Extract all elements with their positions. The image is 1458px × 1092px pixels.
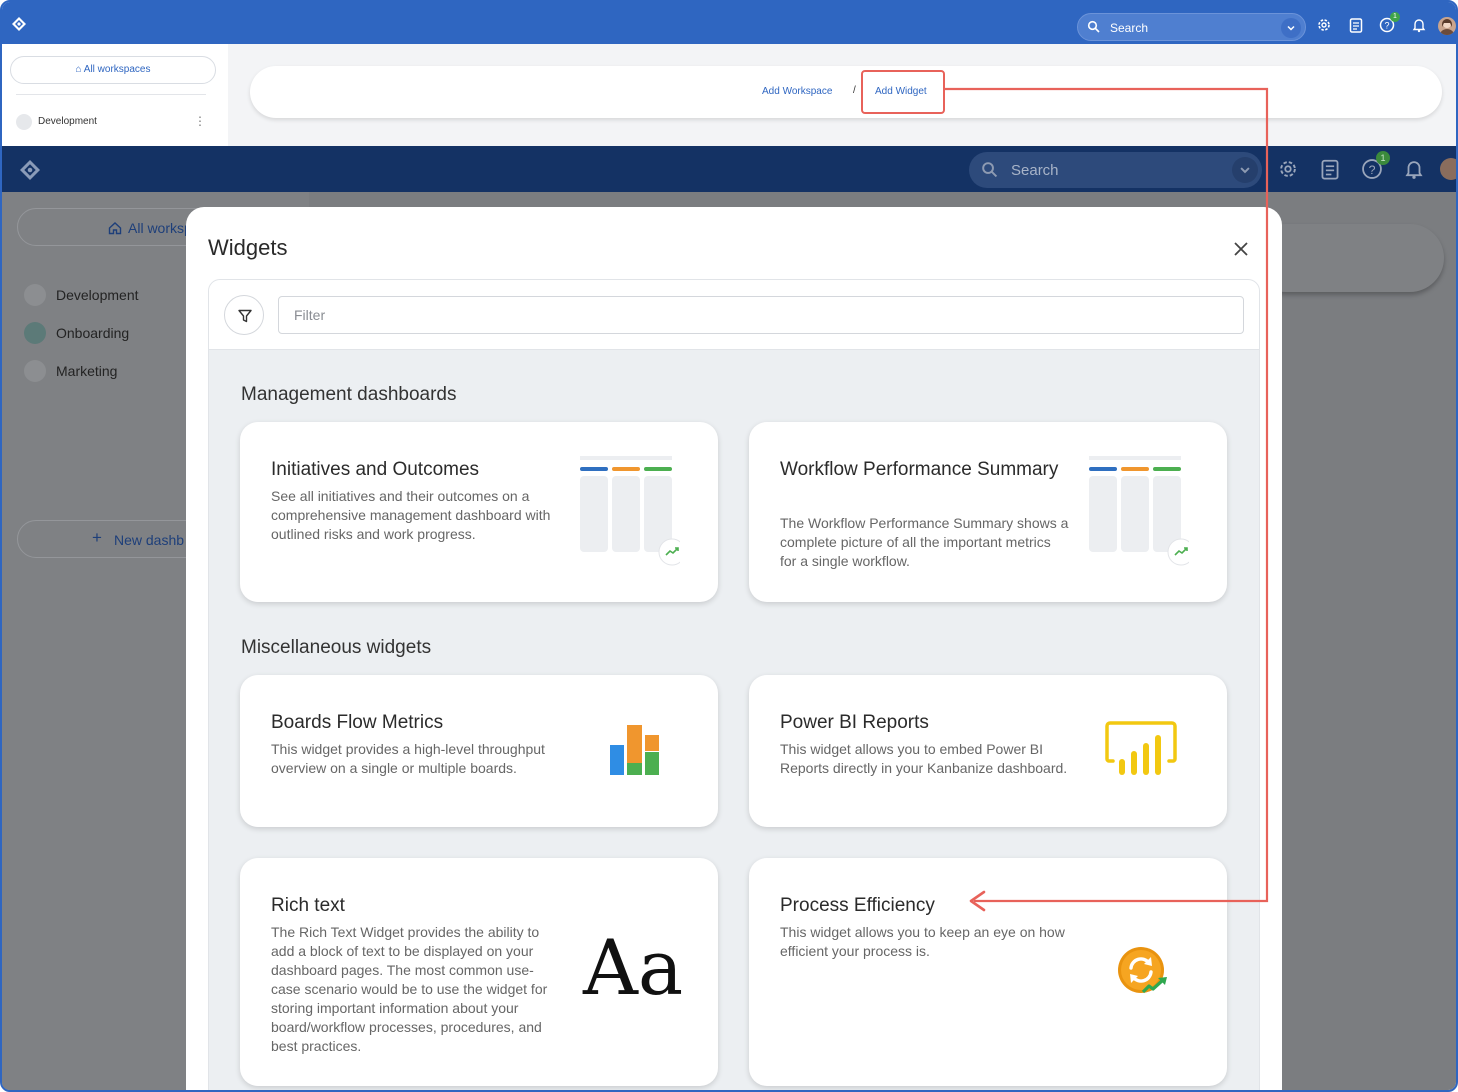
widget-card-boards-flow-metrics[interactable]: Boards Flow Metrics This widget provides… (240, 675, 718, 827)
user-avatar[interactable] (1438, 17, 1456, 35)
gear-icon[interactable] (1316, 17, 1332, 33)
clipboard-icon[interactable] (1348, 17, 1364, 33)
workspace-color-dot (24, 360, 46, 382)
top-navbar: Search ? 1 (2, 2, 1456, 44)
filter-row (209, 280, 1259, 350)
modal-title: Widgets (208, 235, 288, 260)
chevron-down-icon (1287, 25, 1295, 31)
breadcrumb: Add Workspace / Add Widget (250, 66, 1442, 118)
all-workspaces-button[interactable]: ⌂ All workspaces (10, 56, 216, 84)
help-notification-badge: 1 (1390, 12, 1400, 22)
sidebar-divider (16, 94, 206, 95)
close-icon[interactable] (1229, 237, 1253, 261)
top-sidebar: ⌂ All workspaces Development ⋮ (2, 44, 228, 148)
card-title: Boards Flow Metrics (271, 712, 444, 733)
home-icon (108, 222, 122, 235)
card-title: Workflow Performance Summary (780, 459, 1059, 480)
search-icon (982, 162, 998, 178)
widget-card-workflow-performance[interactable]: Workflow Performance Summary The Workflo… (749, 422, 1227, 602)
svg-text:?: ? (1369, 163, 1376, 177)
card-description: The Workflow Performance Summary shows a… (780, 515, 1069, 569)
sidebar-item-label: Development (56, 287, 139, 303)
widget-card-power-bi-reports[interactable]: Power BI Reports This widget allows you … (749, 675, 1227, 827)
sidebar-item-development[interactable]: Development ⋮ (16, 114, 216, 130)
stacked-bars-icon (610, 725, 659, 775)
app-logo-icon[interactable] (20, 160, 40, 180)
workspace-color-dot (24, 322, 46, 344)
card-description: This widget provides a high-level throug… (271, 741, 545, 776)
widgets-list: Management dashboards Initiatives and Ou… (208, 279, 1260, 1090)
card-title: Power BI Reports (780, 712, 929, 733)
filter-input[interactable] (278, 296, 1244, 334)
svg-text:?: ? (1384, 21, 1389, 31)
workspace-color-dot (24, 284, 46, 306)
all-workspaces-label: All workspaces (83, 64, 151, 75)
search-placeholder: Search (1011, 162, 1059, 179)
dashboard-columns-icon (1089, 456, 1189, 566)
sidebar-item-label: Marketing (56, 363, 118, 379)
sidebar-item-label: Onboarding (56, 325, 130, 341)
annotation-highlight-box (861, 70, 945, 114)
process-efficiency-icon (1118, 947, 1167, 994)
section-heading-misc: Miscellaneous widgets (241, 637, 432, 658)
widgets-modal: Widgets Management dashboards Initiative… (186, 207, 1282, 1090)
more-options-icon[interactable]: ⋮ (194, 114, 206, 128)
card-title: Rich text (271, 895, 345, 916)
card-description: This widget allows you to keep an eye on… (780, 924, 1065, 959)
search-dropdown-button[interactable] (1281, 18, 1301, 38)
widget-card-initiatives-outcomes[interactable]: Initiatives and Outcomes See all initiat… (240, 422, 718, 602)
filter-button[interactable] (224, 295, 264, 335)
dashboard-columns-icon (580, 456, 680, 566)
screenshot-frame: Search ? 1 ⌂ All workspaces Development … (0, 0, 1458, 1092)
all-workspaces-label: All worksp (128, 220, 192, 236)
help-notification-badge: 1 (1376, 151, 1390, 165)
search-bar[interactable]: Search (1077, 13, 1306, 41)
sidebar-item-label: Development (38, 116, 97, 127)
bell-icon[interactable] (1403, 158, 1425, 180)
card-title: Initiatives and Outcomes (271, 459, 480, 480)
rich-text-icon: Aa (583, 923, 684, 1012)
bell-icon[interactable] (1411, 17, 1427, 33)
breadcrumb-add-workspace[interactable]: Add Workspace (762, 86, 832, 97)
plus-icon: + (92, 528, 102, 547)
widget-card-process-efficiency[interactable]: Process Efficiency This widget allows yo… (749, 858, 1227, 1086)
gear-icon[interactable] (1277, 158, 1299, 180)
clipboard-icon[interactable] (1319, 158, 1341, 180)
card-description: The Rich Text Widget provides the abilit… (271, 924, 548, 1054)
section-heading-management: Management dashboards (241, 384, 457, 405)
new-dashboard-label: New dashb (114, 532, 185, 548)
search-bar[interactable]: Search (969, 152, 1262, 188)
card-description: See all initiatives and their outcomes o… (271, 488, 551, 542)
search-icon (1087, 20, 1100, 33)
card-description: This widget allows you to embed Power BI… (780, 741, 1068, 776)
workspace-color-dot (16, 114, 32, 130)
power-bi-icon (1105, 721, 1177, 775)
user-avatar[interactable] (1440, 158, 1456, 180)
funnel-icon (238, 309, 252, 323)
dark-navbar: Search ? 1 (2, 146, 1456, 192)
search-dropdown-button[interactable] (1232, 157, 1258, 183)
widget-card-rich-text[interactable]: Rich text The Rich Text Widget provides … (240, 858, 718, 1086)
home-icon: ⌂ (75, 64, 82, 75)
app-logo-icon[interactable] (12, 17, 26, 31)
breadcrumb-separator: / (853, 85, 856, 96)
search-placeholder: Search (1110, 21, 1149, 35)
chevron-down-icon (1240, 167, 1250, 174)
card-title: Process Efficiency (780, 895, 935, 916)
